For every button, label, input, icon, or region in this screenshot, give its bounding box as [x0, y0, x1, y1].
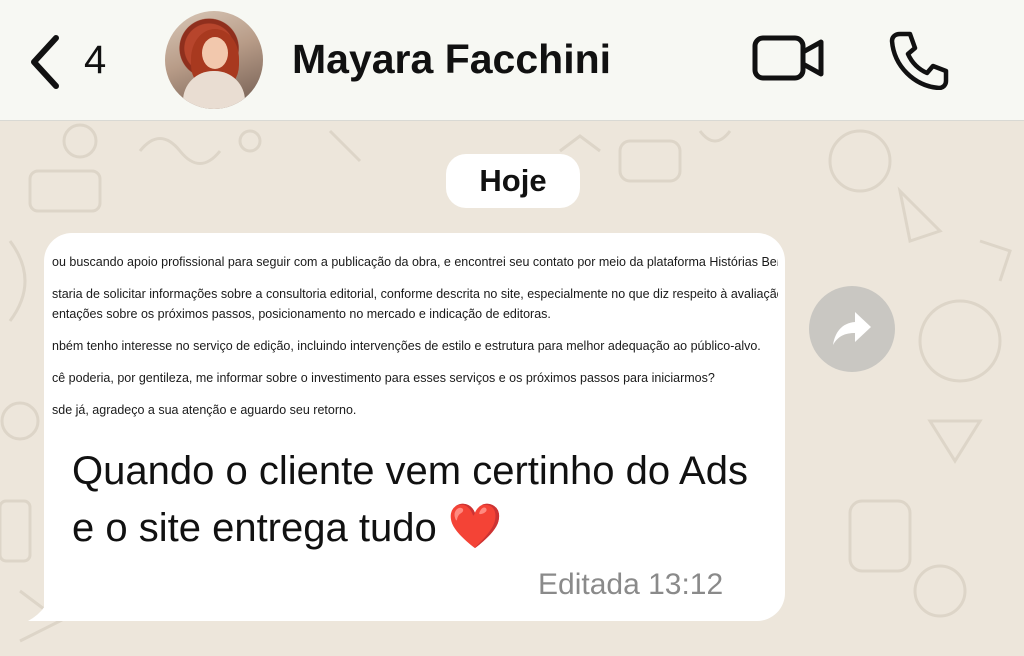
- edited-label: Editada: [538, 568, 640, 601]
- forward-button[interactable]: [809, 286, 895, 372]
- message-meta: Editada 13:12: [538, 568, 723, 602]
- video-call-button[interactable]: [752, 30, 824, 90]
- back-button[interactable]: 4: [20, 30, 130, 90]
- message-text: Quando o cliente vem certinho do Ads e o…: [72, 443, 772, 556]
- voice-call-button[interactable]: [888, 30, 958, 91]
- video-camera-icon: [752, 35, 824, 81]
- screenshot-line: nbém tenho interesse no serviço de ediçã…: [52, 339, 761, 353]
- screenshot-line: staria de solicitar informações sobre a …: [52, 287, 778, 301]
- avatar-face: [202, 37, 228, 69]
- forward-arrow-icon: [833, 312, 871, 345]
- screenshot-line: ou buscando apoio profissional para segu…: [52, 255, 778, 269]
- screenshot-line: cê poderia, por gentileza, me informar s…: [52, 371, 715, 385]
- message-caption: Quando o cliente vem certinho do Ads e o…: [72, 449, 748, 550]
- phone-icon: [889, 31, 949, 91]
- message-bubble[interactable]: ou buscando apoio profissional para segu…: [44, 233, 785, 621]
- screenshot-line: sde já, agradeço a sua atenção e aguardo…: [52, 403, 357, 417]
- message-time: 13:12: [648, 568, 724, 601]
- screenshot-line: entações sobre os próximos passos, posic…: [52, 307, 551, 321]
- chat-header: 4 Mayara Facchini: [0, 0, 1024, 121]
- contact-name[interactable]: Mayara Facchini: [292, 36, 611, 83]
- heart-emoji: ❤️: [447, 501, 503, 552]
- chevron-left-icon: [31, 35, 59, 89]
- avatar[interactable]: [165, 11, 263, 109]
- date-divider: Hoje: [446, 154, 580, 208]
- unread-count: 4: [84, 38, 107, 82]
- attached-screenshot[interactable]: ou buscando apoio profissional para segu…: [52, 243, 778, 423]
